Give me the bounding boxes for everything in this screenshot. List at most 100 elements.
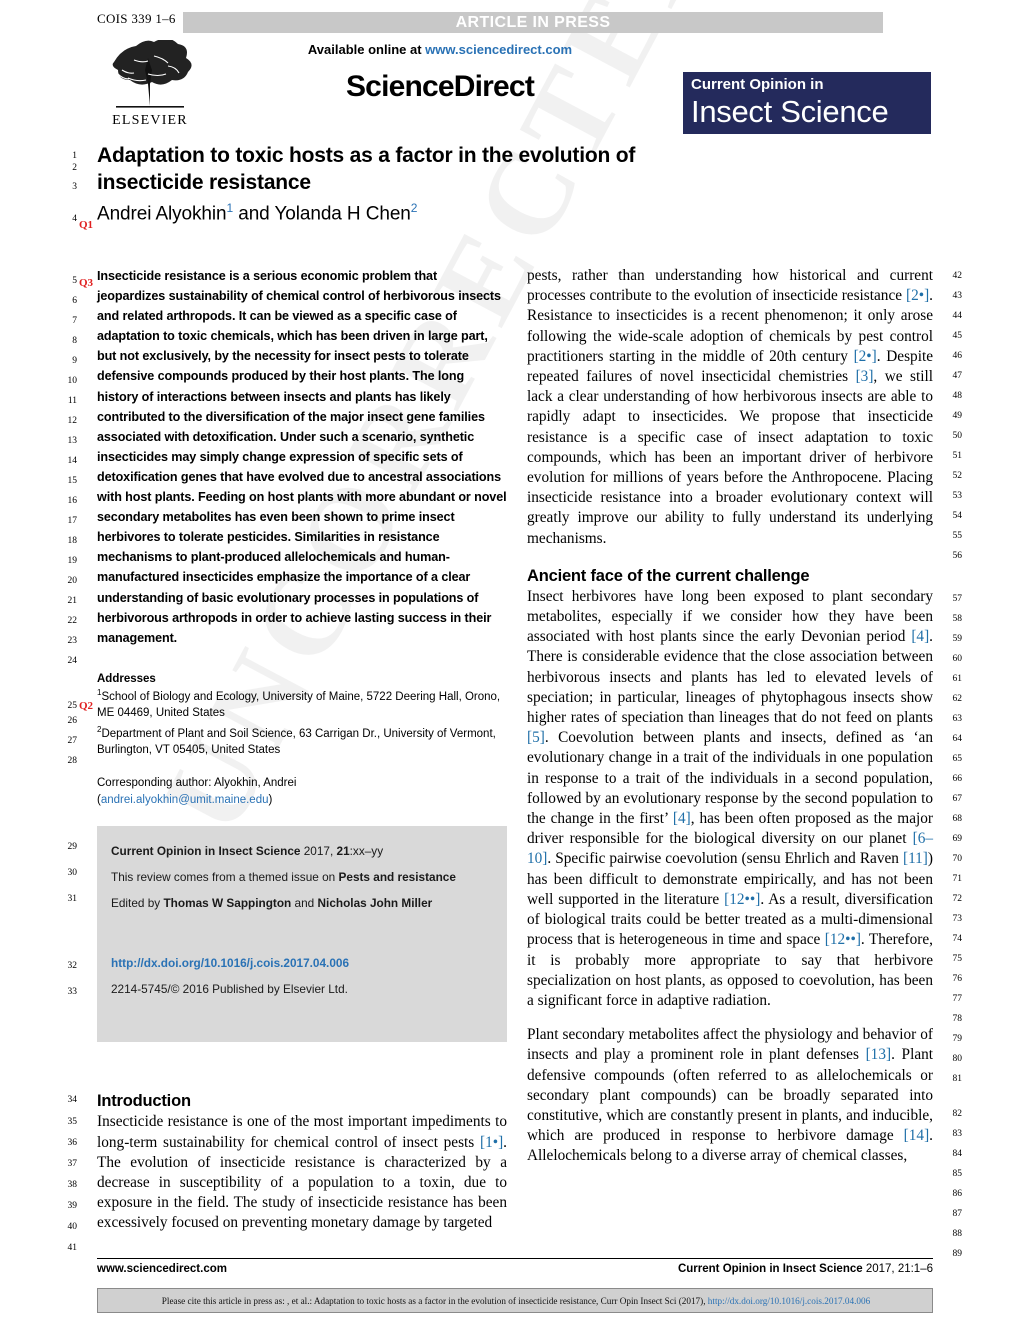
journal-citation-line: Current Opinion in Insect Science 2017, … — [111, 838, 493, 864]
line-number: 3 — [72, 182, 77, 192]
issn-copyright-line: 2214-5745/© 2016 Published by Elsevier L… — [111, 982, 348, 997]
line-number: 70 — [952, 854, 963, 864]
line-number: 85 — [952, 1169, 963, 1179]
line-number: 87 — [952, 1209, 963, 1219]
line-number: 28 — [67, 756, 78, 766]
line-number: 67 — [952, 794, 963, 804]
query-marker-q2[interactable]: Q2 — [79, 700, 93, 712]
line-number: 80 — [952, 1054, 963, 1064]
line-number: 4 — [72, 214, 77, 224]
citation-reference[interactable]: [2•] — [854, 348, 877, 365]
line-number: 1 — [72, 151, 77, 161]
line-number: 79 — [952, 1034, 963, 1044]
line-number: 61 — [952, 674, 963, 684]
line-number: 14 — [67, 456, 78, 466]
journal-volume: 21 — [336, 844, 350, 859]
author-conjunction: and Yolanda H Chen — [233, 203, 411, 225]
line-number: 15 — [67, 476, 78, 486]
author-list: Andrei Alyokhin1 and Yolanda H Chen2 — [97, 201, 657, 225]
line-number: 43 — [952, 291, 963, 301]
citation-reference[interactable]: [13] — [866, 1046, 892, 1063]
line-number: 72 — [952, 894, 963, 904]
line-number: 86 — [952, 1189, 963, 1199]
line-number: 54 — [952, 511, 963, 521]
affiliation-1: 1School of Biology and Ecology, Universi… — [97, 685, 507, 722]
themed-issue-name: Pests and resistance — [338, 870, 456, 885]
line-number: 24 — [67, 656, 78, 666]
line-number: 71 — [952, 874, 963, 884]
section-heading-ancient-face: Ancient face of the current challenge — [527, 566, 810, 585]
abstract-text: Insecticide resistance is a serious econ… — [97, 269, 507, 645]
corresponding-author-email-link[interactable]: andrei.alyokhin@umit.maine.edu — [101, 794, 269, 806]
line-number: 44 — [952, 311, 963, 321]
themed-issue-line: This review comes from a themed issue on… — [111, 864, 493, 890]
line-number: 37 — [67, 1159, 78, 1169]
line-number: 83 — [952, 1129, 963, 1139]
citation-reference[interactable]: [12••] — [825, 931, 861, 948]
affiliation-2-text: Department of Plant and Soil Science, 63… — [97, 727, 496, 756]
line-number: 25 — [67, 701, 78, 711]
line-number: 30 — [67, 868, 78, 878]
footer-journal-name: Current Opinion in Insect Science — [677, 1263, 863, 1275]
journal-logo: Current Opinion in Insect Science — [683, 72, 931, 134]
citation-reference[interactable]: [14] — [904, 1127, 930, 1144]
line-number: 5 — [72, 276, 77, 286]
doi-link[interactable]: http://dx.doi.org/10.1016/j.cois.2017.04… — [111, 950, 493, 976]
introduction-paragraph-1: Insecticide resistance is one of the mos… — [97, 1113, 507, 1232]
corresponding-author-block: Corresponding author: Alyokhin, Andrei (… — [97, 775, 507, 808]
editor-1: Thomas W Sappington — [163, 896, 292, 911]
line-number: 42 — [952, 271, 963, 281]
citation-reference[interactable]: [2•] — [906, 287, 929, 304]
corresponding-author-email-line: (andrei.alyokhin@umit.maine.edu) — [97, 793, 273, 806]
journal-year: 2017, — [300, 844, 337, 859]
affiliation-2: 2Department of Plant and Soil Science, 6… — [97, 722, 507, 759]
line-number: 18 — [67, 536, 78, 546]
ancient-face-paragraph-2: Plant secondary metabolites affect the p… — [527, 1026, 934, 1165]
line-number: 22 — [67, 616, 78, 626]
line-number: 35 — [67, 1117, 78, 1127]
available-online-line: Available online at www.sciencedirect.co… — [215, 42, 665, 57]
available-online-prefix: Available online at — [307, 42, 426, 57]
line-number: 33 — [67, 987, 78, 997]
edited-by-prefix: Edited by — [111, 896, 164, 911]
citation-reference[interactable]: [6–10] — [527, 830, 933, 867]
editors-conjunction: and — [291, 896, 318, 911]
citation-reference[interactable]: [1•] — [480, 1134, 503, 1151]
line-number: 16 — [67, 496, 78, 506]
line-number: 29 — [67, 842, 78, 852]
query-marker-q3[interactable]: Q3 — [79, 277, 93, 289]
line-number: 45 — [952, 331, 963, 341]
line-number: 74 — [952, 934, 963, 944]
elsevier-wordmark: ELSEVIER — [112, 113, 188, 128]
line-number: 17 — [67, 516, 78, 526]
line-number: 59 — [952, 634, 963, 644]
line-number: 64 — [952, 734, 963, 744]
line-number: 82 — [952, 1109, 963, 1119]
line-number: 50 — [952, 431, 963, 441]
sciencedirect-url-link[interactable]: www.sciencedirect.com — [425, 42, 572, 57]
please-cite-doi-link[interactable]: http://dx.doi.org/10.1016/j.cois.2017.04… — [708, 1296, 870, 1306]
line-number: 13 — [67, 436, 78, 446]
citation-reference[interactable]: [4] — [673, 810, 691, 827]
line-number: 23 — [67, 636, 78, 646]
line-number: 75 — [952, 954, 963, 964]
masthead: ELSEVIER Available online at www.science… — [0, 36, 1020, 134]
line-number: 38 — [67, 1180, 78, 1190]
citation-reference[interactable]: [5] — [527, 729, 545, 746]
citation-reference[interactable]: [4] — [911, 628, 929, 645]
query-marker-q1[interactable]: Q1 — [79, 219, 93, 231]
line-number: 68 — [952, 814, 963, 824]
citation-reference[interactable]: [11] — [903, 850, 928, 867]
line-number: 88 — [952, 1229, 963, 1239]
citation-reference[interactable]: [3] — [856, 368, 874, 385]
footer-divider — [97, 1258, 933, 1259]
article-title: Adaptation to toxic hosts as a factor in… — [97, 144, 636, 194]
line-number: 73 — [952, 914, 963, 924]
footer-website-link[interactable]: www.sciencedirect.com — [97, 1263, 227, 1275]
journal-pages: :xx–yy — [349, 844, 384, 859]
citation-reference[interactable]: [12••] — [724, 891, 760, 908]
journal-citation-box: Current Opinion in Insect Science 2017, … — [97, 826, 507, 1043]
please-cite-text: Please cite this article in press as: , … — [98, 1289, 934, 1314]
journal-name: Current Opinion in Insect Science — [111, 844, 301, 859]
please-cite-prefix: Please cite this article in press as: , … — [161, 1296, 708, 1306]
